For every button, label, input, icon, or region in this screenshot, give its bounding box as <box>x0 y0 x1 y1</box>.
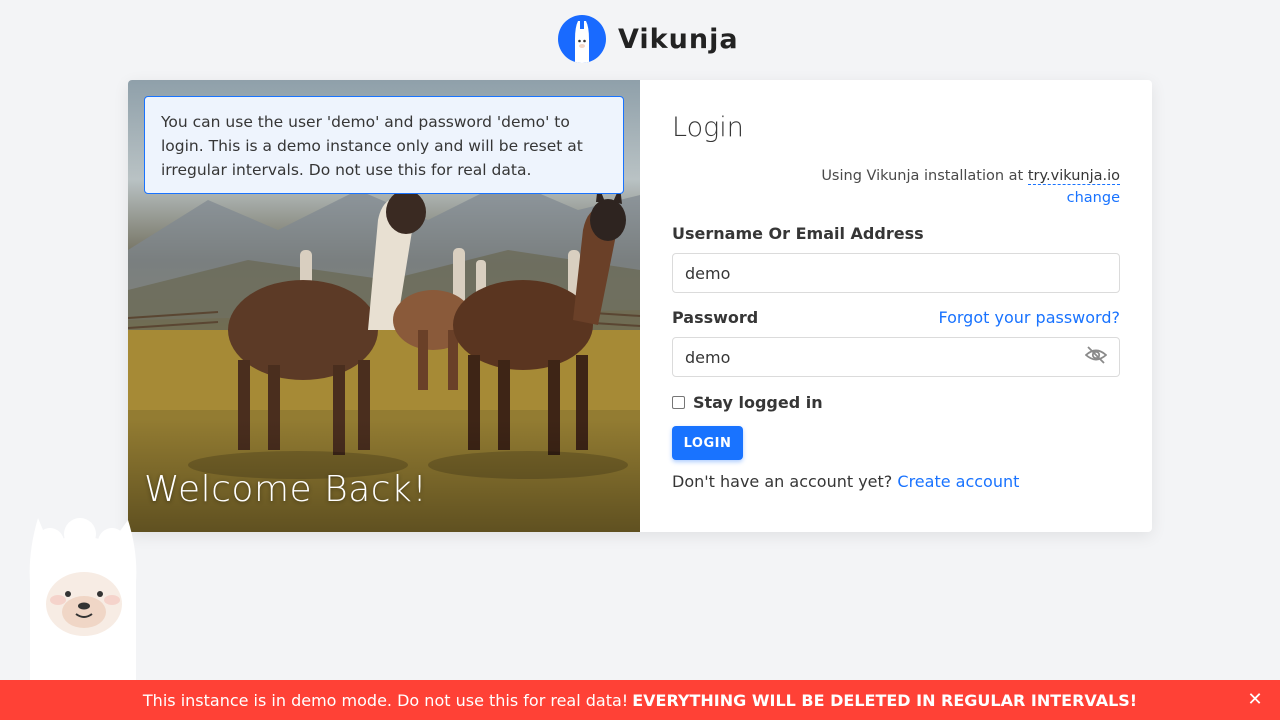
no-account-text: Don't have an account yet? <box>672 472 893 491</box>
register-prompt: Don't have an account yet? Create accoun… <box>672 472 1120 491</box>
app-logo[interactable]: Vikunja <box>558 15 739 63</box>
banner-warning: EVERYTHING WILL BE DELETED IN REGULAR IN… <box>632 690 1138 710</box>
stay-logged-in-checkbox[interactable] <box>672 396 685 409</box>
login-button[interactable]: LOGIN <box>672 426 743 460</box>
username-input[interactable]: demo <box>672 253 1120 293</box>
llama-logo-icon <box>558 15 606 63</box>
app-name: Vikunja <box>618 23 739 55</box>
install-prefix: Using Vikunja installation at <box>821 168 1024 184</box>
stay-logged-in[interactable]: Stay logged in <box>672 393 1120 412</box>
install-url: try.vikunja.io <box>1027 168 1120 185</box>
installation-info: Using Vikunja installation at try.vikunj… <box>672 165 1120 209</box>
create-account-link[interactable]: Create account <box>897 472 1019 491</box>
demo-credentials-notice: You can use the user 'demo' and password… <box>144 96 624 194</box>
banner-text: This instance is in demo mode. Do not us… <box>142 690 629 710</box>
username-value: demo <box>685 263 731 283</box>
login-form: Login Using Vikunja installation at try.… <box>640 80 1152 532</box>
forgot-password-link[interactable]: Forgot your password? <box>938 308 1120 327</box>
password-value: demo <box>685 347 731 367</box>
welcome-heading: Welcome Back! <box>144 469 428 510</box>
eye-slash-icon[interactable] <box>1084 346 1108 368</box>
login-title: Login <box>672 112 744 143</box>
close-icon[interactable]: ✕ <box>1246 691 1264 709</box>
hero-image: You can use the user 'demo' and password… <box>128 80 640 532</box>
username-label: Username Or Email Address <box>672 223 924 243</box>
stay-logged-in-label: Stay logged in <box>693 393 823 412</box>
llama-mascot-icon <box>20 512 150 686</box>
change-install-link[interactable]: change <box>672 187 1120 209</box>
login-card: You can use the user 'demo' and password… <box>128 80 1152 532</box>
demo-mode-banner: This instance is in demo mode. Do not us… <box>0 680 1280 720</box>
password-input[interactable]: demo <box>672 337 1120 377</box>
password-label: Password <box>672 307 759 327</box>
